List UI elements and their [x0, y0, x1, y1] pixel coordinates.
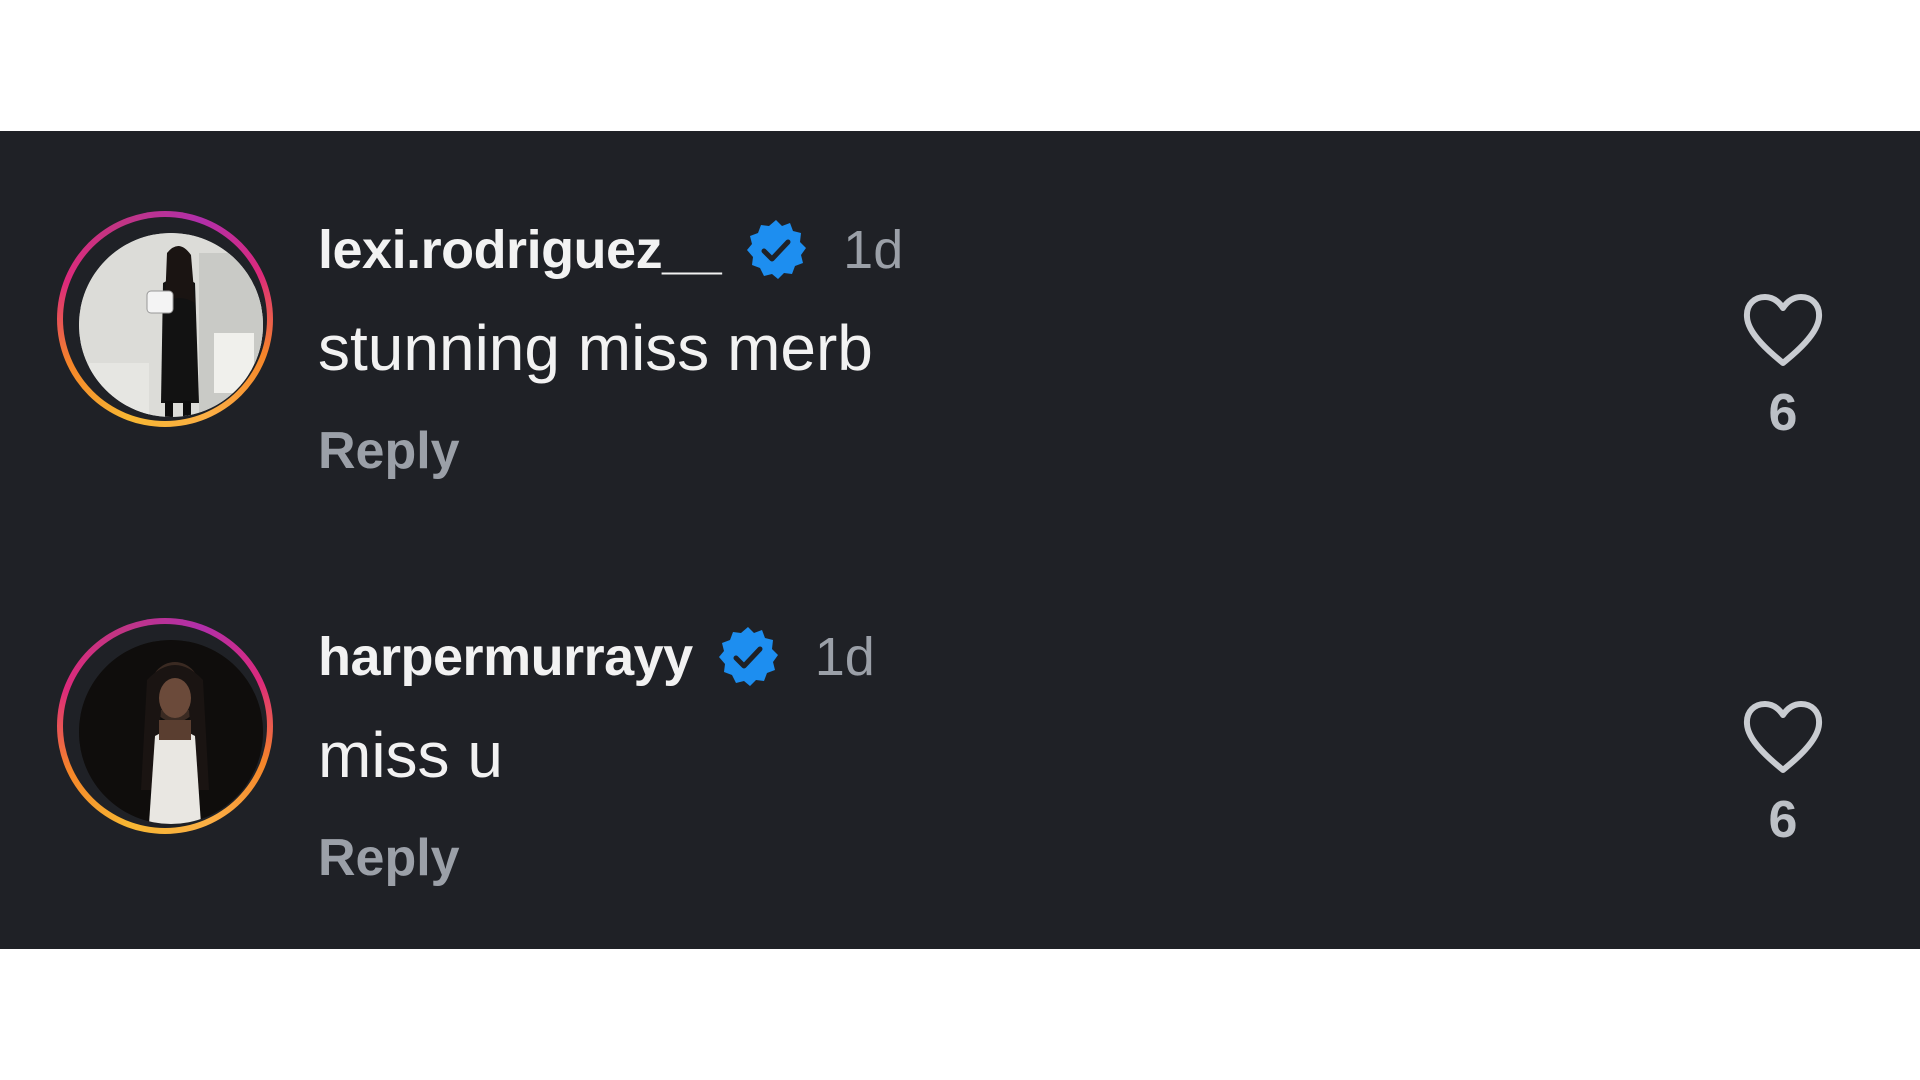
comment-text: miss u [318, 719, 503, 791]
comments-panel: lexi.rodriguez__ 1d stunning miss merb R… [0, 131, 1920, 949]
comment-time: 1d [843, 220, 904, 280]
avatar[interactable] [79, 233, 263, 417]
reply-button[interactable]: Reply [318, 828, 460, 888]
verified-badge-icon [743, 217, 809, 283]
story-ring[interactable] [57, 618, 273, 834]
story-ring[interactable] [57, 211, 273, 427]
comment-item: lexi.rodriguez__ 1d stunning miss merb R… [0, 211, 1920, 511]
username[interactable]: lexi.rodriguez__ [318, 219, 722, 281]
profile-photo-icon [79, 640, 263, 824]
comment-text: stunning miss merb [318, 312, 873, 384]
profile-photo-icon [79, 233, 263, 417]
avatar[interactable] [79, 640, 263, 824]
heart-icon[interactable] [1742, 700, 1824, 774]
heart-icon[interactable] [1742, 293, 1824, 367]
comment-header: lexi.rodriguez__ 1d [318, 215, 903, 285]
comment-item: harpermurrayy 1d miss u Reply 6 [0, 618, 1920, 918]
like-count: 6 [1768, 384, 1798, 442]
comment-time: 1d [814, 627, 875, 687]
comment-header: harpermurrayy 1d [318, 622, 875, 692]
reply-button[interactable]: Reply [318, 421, 460, 481]
verified-badge-icon [715, 624, 781, 690]
like-count: 6 [1768, 791, 1798, 849]
username[interactable]: harpermurrayy [318, 626, 693, 688]
